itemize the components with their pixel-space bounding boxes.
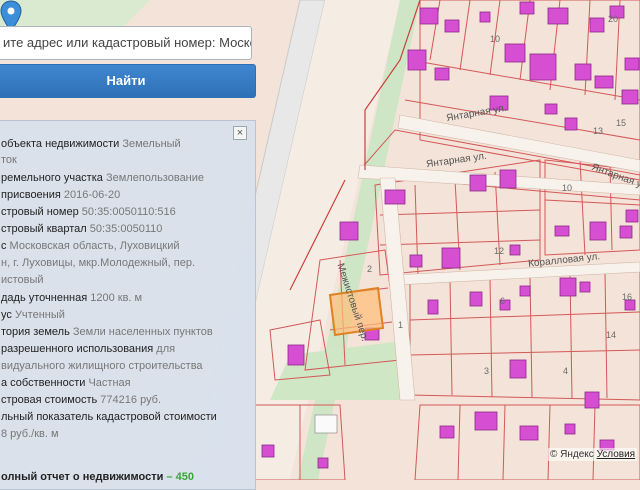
property-info-panel: × объекта недвижимости Земельный ток рем… xyxy=(0,120,256,490)
info-label: стровый квартал xyxy=(1,223,87,235)
info-value: Московская область, Луховицкий xyxy=(6,240,180,252)
info-row-address: с Московская область, Луховицкий xyxy=(1,238,237,254)
info-value: Частная xyxy=(85,377,131,389)
house-number: 14 xyxy=(606,330,617,340)
info-value: 774216 руб. xyxy=(97,394,162,406)
info-row-permitted-use-cont: видуального жилищного строительства xyxy=(1,358,237,374)
info-label: разрешенного использования xyxy=(1,343,154,355)
search-input[interactable]: ите адрес или кадастровый номер: Московс… xyxy=(0,26,252,60)
info-value: Учтенный xyxy=(11,309,65,321)
info-label: тория земель xyxy=(1,326,70,338)
info-label: а собственности xyxy=(1,377,86,389)
info-value: 1200 кв. м xyxy=(87,292,143,304)
info-row-permitted-use: разрешенного использования для xyxy=(1,341,237,357)
info-row-cadastral-cost: стровая стоимость 774216 руб. xyxy=(1,392,237,408)
info-row-specific-cost-cont: 8 руб./кв. м xyxy=(1,426,237,442)
house-number: 2 xyxy=(367,264,373,274)
copyright-text: © Яндекс xyxy=(550,449,594,460)
info-value: 50:35:0050110 xyxy=(86,223,163,235)
info-row-land-category: тория земель Земли населенных пунктов xyxy=(1,324,237,340)
info-value: 8 руб./кв. м xyxy=(1,428,59,440)
info-row-object-type-cont: ток xyxy=(1,152,237,168)
info-row-address-cont: н, г. Луховицы, мкр.Молодежный, пер. xyxy=(1,255,237,271)
info-label: дадь уточненная xyxy=(1,292,88,304)
house-number: 1 xyxy=(398,320,404,330)
info-value: Земельный xyxy=(119,138,181,150)
info-value: Землепользование xyxy=(102,172,205,184)
info-row-specific-cost: льный показатель кадастровой стоимости xyxy=(1,409,237,425)
info-row-cadastral-quarter: стровый квартал 50:35:0050110 xyxy=(1,221,237,237)
report-label[interactable]: олный отчет о недвижимости xyxy=(1,471,163,483)
info-value: Земли населенных пунктов xyxy=(69,326,213,338)
info-value: н, г. Луховицы, мкр.Молодежный, пер. xyxy=(1,257,195,269)
info-row-status: ус Учтенный xyxy=(1,307,237,323)
house-number: 16 xyxy=(622,292,633,302)
info-row-object-type: объекта недвижимости Земельный xyxy=(1,136,237,152)
full-report-link[interactable]: олный отчет о недвижимости – 450 xyxy=(1,469,237,485)
info-row-cadastral-number: стровый номер 50:35:0050110:516 xyxy=(1,204,237,220)
info-label: стровая стоимость xyxy=(1,394,98,406)
info-row-parcel-type: ремельного участка Землепользование xyxy=(1,170,237,186)
house-number: 4 xyxy=(563,366,569,376)
house-number: 20 xyxy=(608,14,619,24)
info-label: объекта недвижимости xyxy=(1,138,120,150)
info-value: 50:35:0050110:516 xyxy=(78,206,176,218)
house-number: 3 xyxy=(484,366,490,376)
info-value: видуального жилищного строительства xyxy=(1,360,203,372)
info-value: для xyxy=(153,343,176,355)
info-label: стровый номер xyxy=(1,206,79,218)
info-row-address-cont2: истовый xyxy=(1,272,237,288)
terms-link[interactable]: Условия xyxy=(597,449,636,460)
house-number: 12 xyxy=(494,246,505,256)
report-price: – 450 xyxy=(163,471,194,483)
search-button[interactable]: Найти xyxy=(0,64,256,98)
info-row-area: дадь уточненная 1200 кв. м xyxy=(1,290,237,306)
info-value: истовый xyxy=(1,274,44,286)
info-label: присвоения xyxy=(1,189,61,201)
info-row-assign-date: присвоения 2016-06-20 xyxy=(1,187,237,203)
house-number: 6 xyxy=(500,296,506,306)
house-number: 13 xyxy=(593,126,604,136)
house-number: 10 xyxy=(490,34,501,44)
info-label: ремельного участка xyxy=(1,172,103,184)
house-number: 15 xyxy=(616,118,627,128)
house-number: 10 xyxy=(562,183,573,193)
info-value: ток xyxy=(1,154,17,166)
map-copyright: © Яндекс Условия xyxy=(548,448,638,461)
info-label: ус xyxy=(1,309,12,321)
info-label: льный показатель кадастровой стоимости xyxy=(1,411,217,423)
info-row-ownership: а собственности Частная xyxy=(1,375,237,391)
info-value: 2016-06-20 xyxy=(60,189,121,201)
